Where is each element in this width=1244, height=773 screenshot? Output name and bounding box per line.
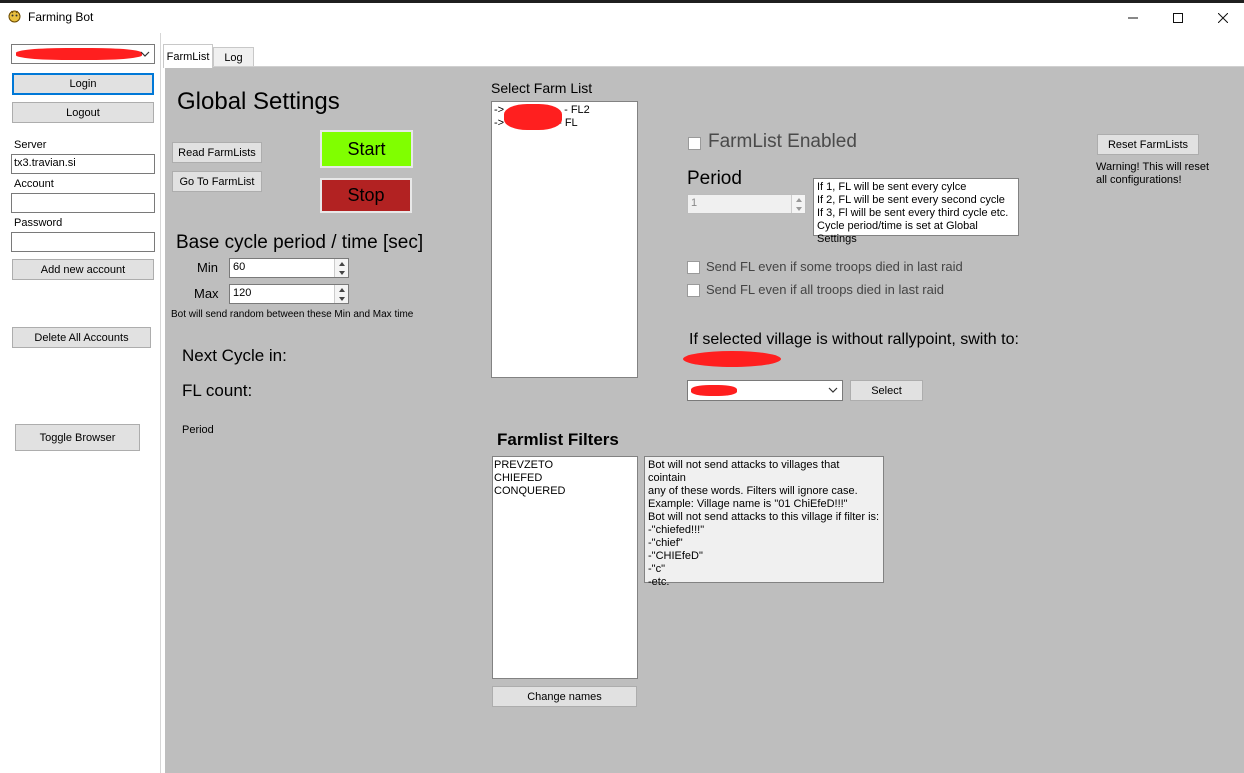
period-down-button[interactable] xyxy=(791,204,805,213)
min-label: Min xyxy=(197,260,218,275)
chevron-down-icon xyxy=(795,206,802,211)
filters-help-line: -"CHIEfeD" xyxy=(648,550,703,562)
delete-all-accounts-button[interactable]: Delete All Accounts xyxy=(12,327,151,348)
max-up-button[interactable] xyxy=(334,285,348,294)
read-farmlists-button[interactable]: Read FarmLists xyxy=(172,142,262,163)
chevron-up-icon xyxy=(795,197,802,202)
min-down-button[interactable] xyxy=(334,268,348,277)
random-note: Bot will send random between these Min a… xyxy=(171,309,414,320)
select-farm-list-title: Select Farm List xyxy=(491,80,593,96)
min-up-button[interactable] xyxy=(334,259,348,268)
period-help-line: Cycle period/time is set at Global Setti… xyxy=(817,220,978,245)
filters-help-line: any of these words. Filters will ignore … xyxy=(648,485,858,497)
farmlist-period-stepper[interactable]: 1 xyxy=(687,194,806,214)
filters-help-note: Bot will not send attacks to villages th… xyxy=(644,456,884,588)
logout-button[interactable]: Logout xyxy=(12,102,154,123)
farmlist-filters-title: Farmlist Filters xyxy=(497,430,619,449)
minimize-button[interactable] xyxy=(1110,3,1156,32)
next-cycle-label: Next Cycle in: xyxy=(182,346,287,365)
chevron-down-icon xyxy=(828,387,838,393)
max-stepper[interactable]: 120 xyxy=(229,284,349,304)
login-button[interactable]: Login xyxy=(12,73,154,95)
farmlist-period-label: Period xyxy=(687,168,742,189)
filters-help-line: Example: Village name is "01 ChiEfeD!!!" xyxy=(648,498,848,510)
filters-help-line: Bot will not send attacks to villages th… xyxy=(648,459,840,484)
period-up-button[interactable] xyxy=(791,195,805,204)
title-bar[interactable] xyxy=(0,3,1244,32)
chevron-up-icon xyxy=(338,287,345,292)
filters-help-line: -"c" xyxy=(648,563,665,575)
period-help-line: If 1, FL will be sent every cylce xyxy=(817,181,967,193)
maximize-icon xyxy=(1173,12,1183,23)
server-input[interactable]: tx3.travian.si xyxy=(11,154,155,174)
min-stepper[interactable]: 60 xyxy=(229,258,349,278)
chevron-down-icon xyxy=(338,296,345,301)
toggle-browser-button[interactable]: Toggle Browser xyxy=(15,424,140,451)
rallypoint-label: If selected village is without rallypoin… xyxy=(689,331,1019,348)
go-to-farmlist-button[interactable]: Go To FarmList xyxy=(172,171,262,192)
filter-item: PREVZETO xyxy=(494,459,554,471)
reset-warning-line-2: all configurations! xyxy=(1096,174,1182,186)
max-value: 120 xyxy=(233,287,252,299)
account-select[interactable] xyxy=(11,44,155,64)
chevron-down-icon xyxy=(338,270,345,275)
account-label: Account xyxy=(14,178,54,190)
global-settings-title: Global Settings xyxy=(177,88,340,115)
period-help-note: If 1, FL will be sent every cylce If 2, … xyxy=(813,178,1019,245)
list-item-prefix: -> xyxy=(494,104,505,116)
select-village-button[interactable]: Select xyxy=(850,380,923,401)
account-input[interactable] xyxy=(11,193,155,213)
filters-help-line: -etc. xyxy=(648,576,670,588)
farmlist-period-value: 1 xyxy=(691,197,698,209)
filters-help-line: Bot will not send attacks to this villag… xyxy=(648,511,880,523)
tab-strip xyxy=(162,33,1244,67)
filters-textbox[interactable]: PREVZETO CHIEFED CONQUERED xyxy=(492,456,638,679)
send-some-died-label: Send FL even if some troops died in last… xyxy=(706,259,963,274)
redacted-village xyxy=(691,385,737,396)
rallypoint-village-select[interactable] xyxy=(687,380,843,401)
close-button[interactable] xyxy=(1200,3,1244,32)
start-button[interactable]: Start xyxy=(320,130,413,168)
period-help-line: If 2, FL will be sent every second cycle xyxy=(817,194,1005,206)
redacted-farm-names xyxy=(504,104,562,130)
farmlist-enabled-label: FarmList Enabled xyxy=(708,131,857,152)
farmlist-enabled-checkbox[interactable] xyxy=(688,137,701,150)
filters-help-line: -"chiefed!!!" xyxy=(648,524,705,536)
add-account-button[interactable]: Add new account xyxy=(12,259,154,280)
send-all-died-checkbox[interactable] xyxy=(687,284,700,297)
redacted-account xyxy=(16,48,142,60)
base-cycle-title: Base cycle period / time [sec] xyxy=(176,232,424,253)
window-title: Farming Bot xyxy=(28,10,94,24)
password-input[interactable] xyxy=(11,232,155,252)
filter-item: CHIEFED xyxy=(494,472,543,484)
max-down-button[interactable] xyxy=(334,294,348,303)
reset-farmlists-button[interactable]: Reset FarmLists xyxy=(1097,134,1199,155)
min-value: 60 xyxy=(233,261,246,273)
reset-warning-line-1: Warning! This will reset xyxy=(1096,161,1210,173)
server-label: Server xyxy=(14,139,47,151)
password-label: Password xyxy=(14,217,63,229)
send-all-died-label: Send FL even if all troops died in last … xyxy=(706,282,944,297)
list-item-suffix: - FL2 xyxy=(564,104,590,116)
max-label: Max xyxy=(194,286,219,301)
fl-count-label: FL count: xyxy=(182,381,253,400)
farm-list-box[interactable]: -> - FL2 -> - FL xyxy=(491,101,638,378)
chevron-up-icon xyxy=(338,261,345,266)
app-icon xyxy=(8,10,21,23)
filters-help-line: -"chief" xyxy=(648,537,683,549)
stop-button[interactable]: Stop xyxy=(320,178,412,213)
tab-farmlist[interactable]: FarmList xyxy=(163,44,213,68)
list-item-prefix: -> xyxy=(494,117,505,129)
period-help-line: If 3, Fl will be sent every third cycle … xyxy=(817,207,1009,219)
send-some-died-checkbox[interactable] xyxy=(687,261,700,274)
chevron-down-icon xyxy=(140,51,150,57)
change-names-button[interactable]: Change names xyxy=(492,686,637,707)
close-icon xyxy=(1218,12,1228,23)
tab-log[interactable]: Log xyxy=(213,47,254,68)
filter-item: CONQUERED xyxy=(494,485,566,497)
maximize-button[interactable] xyxy=(1155,3,1201,32)
global-period-label: Period xyxy=(182,424,214,436)
minimize-icon xyxy=(1128,17,1138,18)
redacted-village-name xyxy=(683,351,781,367)
